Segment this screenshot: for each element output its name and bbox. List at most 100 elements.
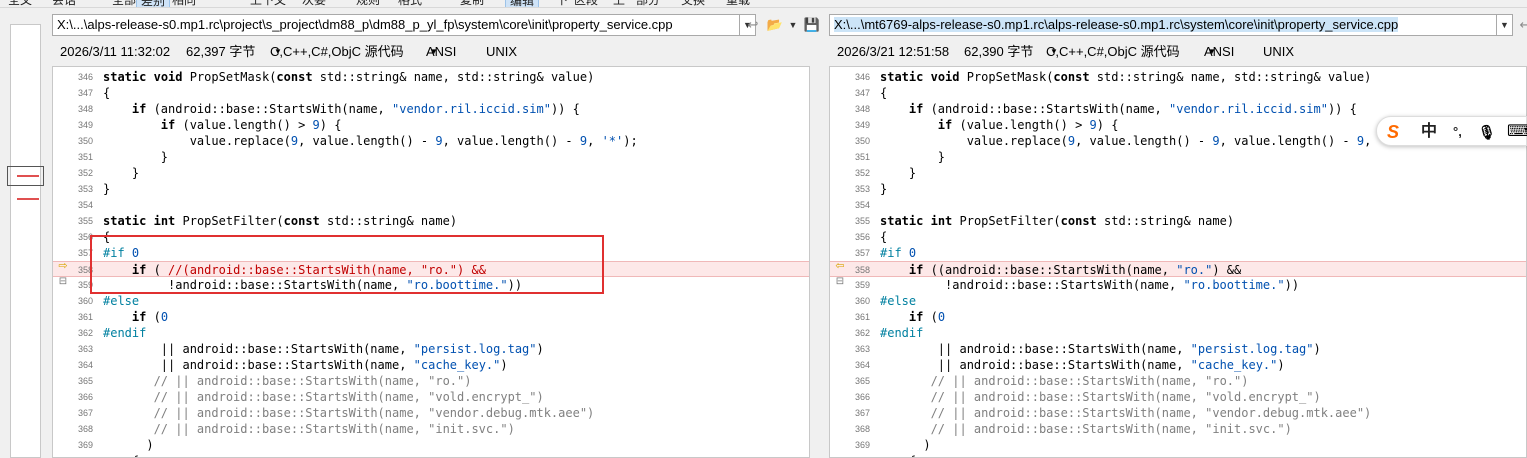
right-code-line[interactable]: 363 || android::base::StartsWith(name, "…	[830, 341, 1526, 357]
right-code-line-changed[interactable]: 358 if ((android::base::StartsWith(name,…	[830, 261, 1526, 277]
right-code-line[interactable]: 362 #endif	[830, 325, 1526, 341]
line-number: 367	[854, 408, 870, 418]
ime-microphone-icon[interactable]: 🎙	[1478, 123, 1496, 141]
toolbar-item[interactable]: 上	[613, 0, 625, 6]
code-text: #else	[103, 294, 140, 308]
toolbar-item[interactable]: 会话	[52, 0, 76, 6]
left-file-date: 2026/3/11 11:32:02	[60, 44, 171, 59]
code-text: static int PropSetFilter(const std::stri…	[103, 214, 458, 228]
save-icon[interactable]: 💾	[803, 16, 821, 34]
toolbar-item[interactable]: 次要	[302, 0, 326, 6]
left-code-line[interactable]: 352 }	[53, 165, 809, 181]
right-change-arrow-icon[interactable]: ⇦	[833, 260, 847, 272]
left-code-line[interactable]: 348 if (android::base::StartsWith(name, …	[53, 101, 809, 117]
right-code-line[interactable]: 369 )	[830, 437, 1526, 453]
left-code-line[interactable]: 369 )	[53, 437, 809, 453]
left-code-line[interactable]: 365 // || android::base::StartsWith(name…	[53, 373, 809, 389]
code-text: if (value.length() > 9) {	[160, 118, 342, 132]
line-number: 357	[77, 248, 93, 258]
ime-toolbar[interactable]: S 中 °, 🎙 ⌨	[1376, 116, 1527, 146]
line-number: 364	[77, 360, 93, 370]
toolbar-item[interactable]: 格式	[398, 0, 422, 6]
undo-icon[interactable]: ↩	[744, 16, 762, 34]
right-path-dropdown[interactable]: ▼	[1497, 14, 1513, 36]
right-code-line[interactable]: 355 static int PropSetFilter(const std::s…	[830, 213, 1526, 229]
line-number: 365	[77, 376, 93, 386]
left-code-line[interactable]: 363 || android::base::StartsWith(name, "…	[53, 341, 809, 357]
left-code-line[interactable]: 364 || android::base::StartsWith(name, "…	[53, 357, 809, 373]
left-code-line[interactable]: 355 static int PropSetFilter(const std::s…	[53, 213, 809, 229]
toolbar-item[interactable]: 复制	[460, 0, 484, 6]
right-path-input[interactable]: X:\...\mt6769-alps-release-s0.mp1.rc\alp…	[829, 14, 1497, 36]
right-code-line[interactable]: 357 #if 0	[830, 245, 1526, 261]
line-number: 348	[854, 104, 870, 114]
right-code-line[interactable]: 353}	[830, 181, 1526, 197]
code-text: || android::base::StartsWith(name, "pers…	[880, 342, 1321, 356]
diff-overview-strip[interactable]	[10, 24, 41, 458]
open-folder-icon[interactable]: 📂	[766, 16, 784, 34]
left-code-line[interactable]: 354	[53, 197, 809, 213]
toolbar-item[interactable]: 重载	[726, 0, 750, 6]
left-code-line[interactable]: 366 // || android::base::StartsWith(name…	[53, 389, 809, 405]
chevron-down-icon: ▼	[430, 47, 438, 56]
toolbar-item[interactable]: 下	[556, 0, 568, 6]
toolbar-item[interactable]: 部分	[636, 0, 660, 6]
right-code-line[interactable]: 367 // || android::base::StartsWith(name…	[830, 405, 1526, 421]
left-code-line[interactable]: 346 static void PropSetMask(const std::st…	[53, 69, 809, 85]
ime-logo-icon[interactable]: S	[1387, 123, 1399, 141]
left-path-input[interactable]: X:\...\alps-release-s0.mp1.rc\project\s_…	[52, 14, 740, 36]
ime-mode-toggle[interactable]: 中	[1421, 123, 1437, 141]
left-code-line[interactable]: 362 #endif	[53, 325, 809, 341]
left-code-line[interactable]: 353}	[53, 181, 809, 197]
right-code-line[interactable]: 370 {	[830, 453, 1526, 457]
line-number: 361	[77, 312, 93, 322]
right-code-line[interactable]: 368 // || android::base::StartsWith(name…	[830, 421, 1526, 437]
code-text: static void PropSetMask(const std::strin…	[103, 70, 595, 84]
right-code-line[interactable]: 351 }	[830, 149, 1526, 165]
line-number: 356	[854, 232, 870, 242]
left-code-line[interactable]: 360 #else	[53, 293, 809, 309]
right-code-line[interactable]: 354	[830, 197, 1526, 213]
right-code-line[interactable]: 352 }	[830, 165, 1526, 181]
toolbar-item[interactable]: 上下文	[250, 0, 286, 6]
ime-keyboard-icon[interactable]: ⌨	[1507, 123, 1527, 141]
left-code-line[interactable]: 350 value.replace(9, value.length() - 9,…	[53, 133, 809, 149]
left-code-line[interactable]: 370 {	[53, 453, 809, 457]
right-code-line[interactable]: 365 // || android::base::StartsWith(name…	[830, 373, 1526, 389]
left-code-line[interactable]: 367 // || android::base::StartsWith(name…	[53, 405, 809, 421]
undo-icon[interactable]: ↩	[1516, 16, 1527, 34]
line-number: 346	[854, 72, 870, 82]
code-text: #if 0	[880, 246, 917, 260]
toolbar-item[interactable]: 全部	[112, 0, 136, 6]
toolbar: 全文 会话 全部 差别 相同 上下文 次要 规则 格式 复制 编辑 下区段 上 部分 交换 重载	[0, 0, 1527, 8]
code-text: {	[880, 230, 888, 244]
left-code-line[interactable]: 347 {	[53, 85, 809, 101]
toolbar-item[interactable]: 差别	[136, 0, 171, 7]
folder-dropdown-icon[interactable]: ▼	[784, 16, 802, 34]
toolbar-item[interactable]: 区段	[574, 0, 598, 6]
ime-punctuation-icon[interactable]: °,	[1453, 123, 1462, 141]
right-code-line[interactable]: 348 if (android::base::StartsWith(name, …	[830, 101, 1526, 117]
line-number: 364	[854, 360, 870, 370]
code-text: {	[103, 453, 139, 457]
toolbar-item[interactable]: 交换	[681, 0, 705, 6]
right-code-line[interactable]: 356 {	[830, 229, 1526, 245]
right-code-line[interactable]: 347 {	[830, 85, 1526, 101]
left-code-line[interactable]: 368 // || android::base::StartsWith(name…	[53, 421, 809, 437]
right-code-line[interactable]: 346 static void PropSetMask(const std::st…	[830, 69, 1526, 85]
toolbar-item[interactable]: 规则	[356, 0, 380, 6]
left-change-arrow-icon[interactable]: ⇨	[56, 260, 70, 272]
toolbar-item[interactable]: 相同	[172, 0, 196, 6]
right-code-line[interactable]: 360 #else	[830, 293, 1526, 309]
toolbar-item[interactable]: 全文	[8, 0, 32, 6]
right-code-line[interactable]: 364 || android::base::StartsWith(name, "…	[830, 357, 1526, 373]
line-number: 348	[77, 104, 93, 114]
left-code-line[interactable]: 349 if (value.length() > 9) {	[53, 117, 809, 133]
right-code-line[interactable]: 361 if (0	[830, 309, 1526, 325]
left-code-line[interactable]: 351 }	[53, 149, 809, 165]
left-code-line[interactable]: 361 if (0	[53, 309, 809, 325]
right-code-line[interactable]: 366 // || android::base::StartsWith(name…	[830, 389, 1526, 405]
right-code-line[interactable]: 359 !android::base::StartsWith(name, "ro…	[830, 277, 1526, 293]
line-number: 369	[77, 440, 93, 450]
toolbar-item[interactable]: 编辑	[505, 0, 540, 7]
